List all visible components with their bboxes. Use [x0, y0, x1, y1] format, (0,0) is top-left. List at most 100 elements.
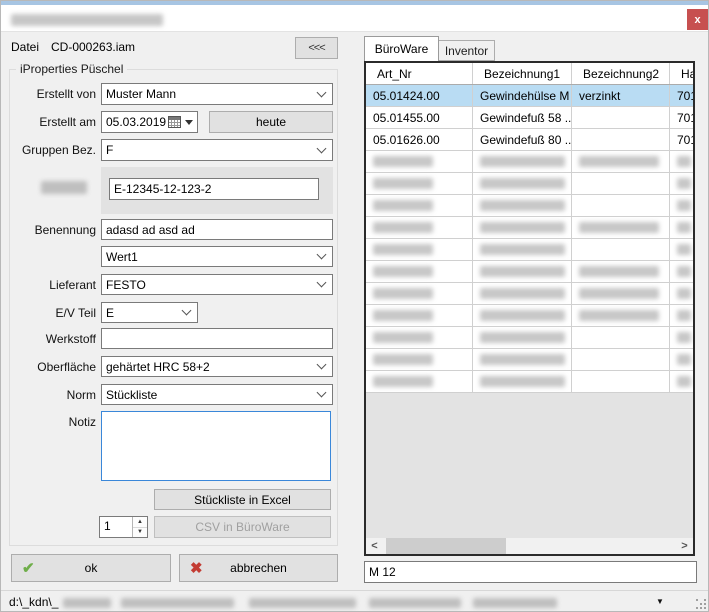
table-cell	[572, 107, 670, 128]
file-label: Datei	[11, 40, 39, 54]
table-cell-redacted	[473, 261, 572, 282]
table-cell-redacted	[572, 239, 670, 260]
table-row[interactable]: 05.01455.00Gewindefuß 58 ...701	[366, 107, 693, 129]
csv-buroware-button[interactable]: CSV in BüroWare	[154, 516, 331, 538]
table-row-redacted[interactable]	[366, 151, 693, 173]
chevron-down-icon	[317, 87, 327, 97]
ev-teil-label: E/V Teil	[9, 306, 96, 320]
close-icon: x	[694, 14, 700, 26]
benennung-input[interactable]	[101, 219, 333, 240]
close-button[interactable]: x	[687, 9, 708, 30]
wert-combobox[interactable]: Wert1	[101, 246, 333, 267]
chevron-down-icon	[317, 388, 327, 398]
column-header[interactable]: Hau	[670, 63, 693, 84]
notiz-textarea[interactable]	[101, 411, 331, 481]
ok-button-label: ok	[85, 561, 98, 575]
column-header[interactable]: Bezeichnung2	[572, 63, 670, 84]
table-row-redacted[interactable]	[366, 261, 693, 283]
horizontal-scrollbar[interactable]: < >	[366, 538, 693, 554]
stueckliste-excel-button[interactable]: Stückliste in Excel	[154, 489, 331, 510]
table-row-redacted[interactable]	[366, 305, 693, 327]
oberflaeche-value: gehärtet HRC 58+2	[106, 360, 210, 374]
table-cell-redacted	[572, 349, 670, 370]
table-row-redacted[interactable]	[366, 173, 693, 195]
norm-combobox[interactable]: Stückliste	[101, 384, 333, 405]
stueckliste-excel-label: Stückliste in Excel	[194, 493, 291, 507]
table-cell-redacted	[473, 283, 572, 304]
spinner-down-icon[interactable]: ▼	[133, 528, 147, 538]
buroware-data-grid: Art_NrBezeichnung1Bezeichnung2Hau 05.014…	[364, 61, 695, 556]
column-header[interactable]: Art_Nr	[366, 63, 473, 84]
spinner-up-icon[interactable]: ▲	[133, 517, 147, 528]
ident-label-redacted	[41, 181, 87, 194]
table-cell-redacted	[473, 327, 572, 348]
table-cell: 05.01424.00	[366, 85, 473, 106]
erstellt-am-datepicker[interactable]: 05.03.2019	[101, 111, 198, 133]
table-cell-redacted	[670, 195, 693, 216]
erstellt-von-combobox[interactable]: Muster Mann	[101, 83, 333, 105]
table-cell: Gewindefuß 58 ...	[473, 107, 572, 128]
table-row-redacted[interactable]	[366, 239, 693, 261]
scrollbar-thumb[interactable]	[386, 538, 506, 554]
cross-icon: ✖	[190, 559, 203, 577]
table-cell-redacted	[473, 151, 572, 172]
lieferant-label: Lieferant	[9, 278, 96, 292]
status-path-redacted	[63, 598, 111, 608]
table-row-redacted[interactable]	[366, 195, 693, 217]
table-cell-redacted	[670, 305, 693, 326]
heute-button[interactable]: heute	[209, 111, 333, 133]
table-row-redacted[interactable]	[366, 327, 693, 349]
table-cell-redacted	[473, 239, 572, 260]
tab-inventor[interactable]: Inventor	[439, 40, 495, 61]
collapse-panel-button[interactable]: <<<	[295, 37, 338, 59]
werkstoff-input[interactable]	[101, 328, 333, 349]
erstellt-von-label: Erstellt von	[9, 87, 96, 101]
search-filter-input[interactable]	[364, 561, 697, 583]
chevron-down-icon	[317, 143, 327, 153]
table-cell	[572, 129, 670, 150]
erstellt-am-label: Erstellt am	[9, 115, 96, 129]
table-cell-redacted	[366, 305, 473, 326]
statusbar: d:\_kdn\_ ▼	[1, 590, 709, 612]
table-cell-redacted	[473, 371, 572, 392]
check-icon: ✔	[22, 559, 35, 577]
titlebar[interactable]	[1, 5, 709, 32]
gruppen-bez-label: Gruppen Bez.	[9, 143, 96, 157]
table-cell: 701	[670, 129, 693, 150]
notiz-label: Notiz	[9, 415, 96, 429]
heute-button-label: heute	[256, 115, 286, 129]
table-cell-redacted	[572, 261, 670, 282]
table-cell: verzinkt	[572, 85, 670, 106]
table-cell-redacted	[473, 349, 572, 370]
table-cell-redacted	[366, 151, 473, 172]
chevron-down-icon	[317, 278, 327, 288]
benennung-label: Benennung	[9, 223, 96, 237]
chevron-down-icon	[317, 250, 327, 260]
scroll-left-icon[interactable]: <	[366, 540, 383, 552]
table-cell-redacted	[572, 195, 670, 216]
ev-teil-combobox[interactable]: E	[101, 302, 198, 323]
table-row-redacted[interactable]	[366, 349, 693, 371]
resize-grip[interactable]	[696, 599, 706, 609]
gruppen-bez-combobox[interactable]: F	[101, 139, 333, 161]
chevron-down-icon	[182, 306, 192, 316]
table-row-redacted[interactable]	[366, 371, 693, 393]
table-cell-redacted	[572, 217, 670, 238]
table-row-redacted[interactable]	[366, 283, 693, 305]
oberflaeche-combobox[interactable]: gehärtet HRC 58+2	[101, 356, 333, 377]
csv-count-stepper[interactable]: 1 ▲ ▼	[99, 516, 148, 538]
column-header[interactable]: Bezeichnung1	[473, 63, 572, 84]
table-row-redacted[interactable]	[366, 217, 693, 239]
abbrechen-button[interactable]: ✖ abbrechen	[179, 554, 338, 582]
table-row[interactable]: 05.01424.00Gewindehülse M ...verzinkt701	[366, 85, 693, 107]
lieferant-combobox[interactable]: FESTO	[101, 274, 333, 295]
scroll-right-icon[interactable]: >	[676, 540, 693, 552]
tab-buroware[interactable]: BüroWare	[364, 36, 439, 61]
table-row[interactable]: 05.01626.00Gewindefuß 80 ...701	[366, 129, 693, 151]
table-cell-redacted	[572, 305, 670, 326]
ok-button[interactable]: ✔ ok	[11, 554, 171, 582]
ident-nr-input[interactable]	[109, 178, 319, 200]
statusbar-dropdown-icon[interactable]: ▼	[656, 597, 664, 606]
table-cell-redacted	[366, 261, 473, 282]
table-cell-redacted	[670, 217, 693, 238]
